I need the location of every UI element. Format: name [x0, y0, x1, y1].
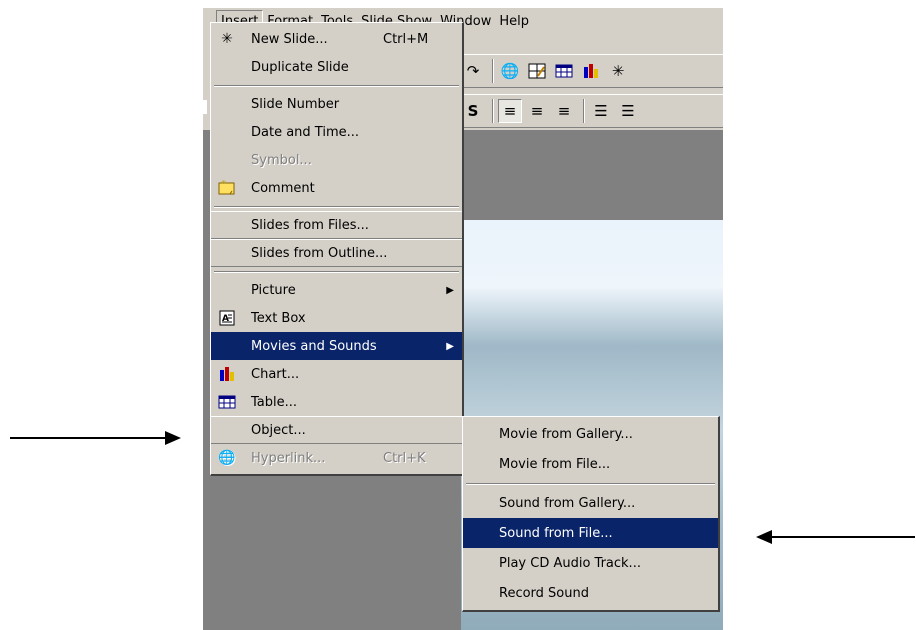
toolbar-separator: [492, 99, 494, 123]
menu-separator: [211, 81, 462, 90]
menu-item-chart[interactable]: Chart...: [211, 360, 462, 388]
toolbar-edge: [203, 100, 207, 114]
menu-help[interactable]: Help: [495, 11, 533, 32]
menu-item-label: Duplicate Slide: [251, 59, 349, 75]
menu-item-object[interactable]: Object...: [211, 416, 462, 444]
align-right-icon[interactable]: ≡: [552, 99, 576, 123]
menu-item-label: Hyperlink...: [251, 450, 326, 466]
shortcut-label: Ctrl+K: [383, 450, 426, 466]
menu-item-symbol: Symbol...: [211, 146, 462, 174]
menu-item-label: Slide Number: [251, 96, 340, 112]
menu-item-label: Movie from Gallery...: [499, 426, 633, 442]
menu-item-label: Sound from File...: [499, 525, 613, 541]
new-slide-icon: ✳: [221, 31, 233, 47]
chart-icon: [217, 365, 237, 383]
new-slide-icon[interactable]: ✳: [606, 59, 630, 83]
text-box-icon: A: [217, 309, 237, 327]
menu-item-slide-number[interactable]: Slide Number: [211, 90, 462, 118]
menu-item-slides-from-files[interactable]: Slides from Files...: [211, 211, 462, 239]
menu-item-label: Chart...: [251, 366, 300, 382]
menu-item-hyperlink: 🌐 Hyperlink... Ctrl+K: [211, 444, 462, 472]
insert-chart-icon[interactable]: [579, 59, 603, 83]
menu-item-label: Play CD Audio Track...: [499, 555, 641, 571]
hyperlink-icon[interactable]: 🌐: [498, 59, 522, 83]
bullets-icon[interactable]: ☰: [616, 99, 640, 123]
menu-separator: [211, 267, 462, 276]
menu-item-slides-from-outline[interactable]: Slides from Outline...: [211, 239, 462, 267]
menu-item-label: Record Sound: [499, 585, 589, 601]
menu-item-record-sound[interactable]: Record Sound: [463, 578, 718, 608]
insert-table-icon[interactable]: [552, 59, 576, 83]
menu-item-play-cd-audio[interactable]: Play CD Audio Track...: [463, 548, 718, 578]
menu-item-label: Comment: [251, 180, 315, 196]
menu-item-date-time[interactable]: Date and Time...: [211, 118, 462, 146]
formatting-toolbar: S ≡ ≡ ≡ ☰ ☰: [461, 94, 723, 128]
menu-item-label: New Slide...: [251, 31, 328, 47]
menu-item-comment[interactable]: ✳ Comment: [211, 174, 462, 202]
menu-item-label: Movies and Sounds: [251, 338, 377, 354]
menu-item-movie-from-file[interactable]: Movie from File...: [463, 449, 718, 479]
menu-separator: [463, 479, 718, 488]
menu-item-picture[interactable]: Picture ▶: [211, 276, 462, 304]
movies-and-sounds-submenu: Movie from Gallery... Movie from File...…: [462, 416, 720, 612]
menu-item-label: Sound from Gallery...: [499, 495, 636, 511]
menu-item-label: Picture: [251, 282, 296, 298]
menu-item-label: Slides from Files...: [251, 217, 369, 233]
menu-item-label: Symbol...: [251, 152, 312, 168]
insert-menu: ✳ New Slide... Ctrl+M Duplicate Slide Sl…: [210, 22, 464, 476]
numbering-icon[interactable]: ☰: [589, 99, 613, 123]
comment-icon: ✳: [217, 179, 237, 197]
table-icon: [217, 393, 237, 411]
menu-item-label: Text Box: [251, 310, 306, 326]
toolbar-separator: [583, 99, 585, 123]
menu-item-sound-from-gallery[interactable]: Sound from Gallery...: [463, 488, 718, 518]
shortcut-label: Ctrl+M: [383, 31, 429, 47]
menu-item-label: Table...: [251, 394, 298, 410]
submenu-arrow-icon: ▶: [446, 340, 454, 352]
center-icon[interactable]: ≡: [525, 99, 549, 123]
menu-separator: [211, 202, 462, 211]
menu-item-sound-from-file[interactable]: Sound from File...: [463, 518, 718, 548]
svg-text:✳: ✳: [221, 180, 226, 186]
shadow-icon[interactable]: S: [461, 99, 485, 123]
toolbar-separator: [492, 59, 494, 83]
submenu-arrow-icon: ▶: [446, 284, 454, 296]
menu-item-text-box[interactable]: A Text Box: [211, 304, 462, 332]
menu-item-label: Date and Time...: [251, 124, 360, 140]
menu-item-movie-from-gallery[interactable]: Movie from Gallery...: [463, 419, 718, 449]
menu-item-table[interactable]: Table...: [211, 388, 462, 416]
menu-item-new-slide[interactable]: ✳ New Slide... Ctrl+M: [211, 25, 462, 53]
hyperlink-icon: 🌐: [218, 450, 236, 466]
menu-item-duplicate-slide[interactable]: Duplicate Slide: [211, 53, 462, 81]
menu-item-label: Object...: [251, 422, 306, 438]
tables-borders-icon[interactable]: [525, 59, 549, 83]
menu-item-label: Movie from File...: [499, 456, 611, 472]
powerpoint-window: Insert Format Tools Slide Show Window He…: [203, 8, 723, 630]
menu-item-movies-and-sounds[interactable]: Movies and Sounds ▶: [211, 332, 462, 360]
standard-toolbar: ↷ 🌐 ✳: [461, 54, 723, 88]
redo-icon[interactable]: ↷: [461, 59, 485, 83]
menu-item-label: Slides from Outline...: [251, 245, 388, 261]
align-left-icon[interactable]: ≡: [498, 99, 522, 123]
